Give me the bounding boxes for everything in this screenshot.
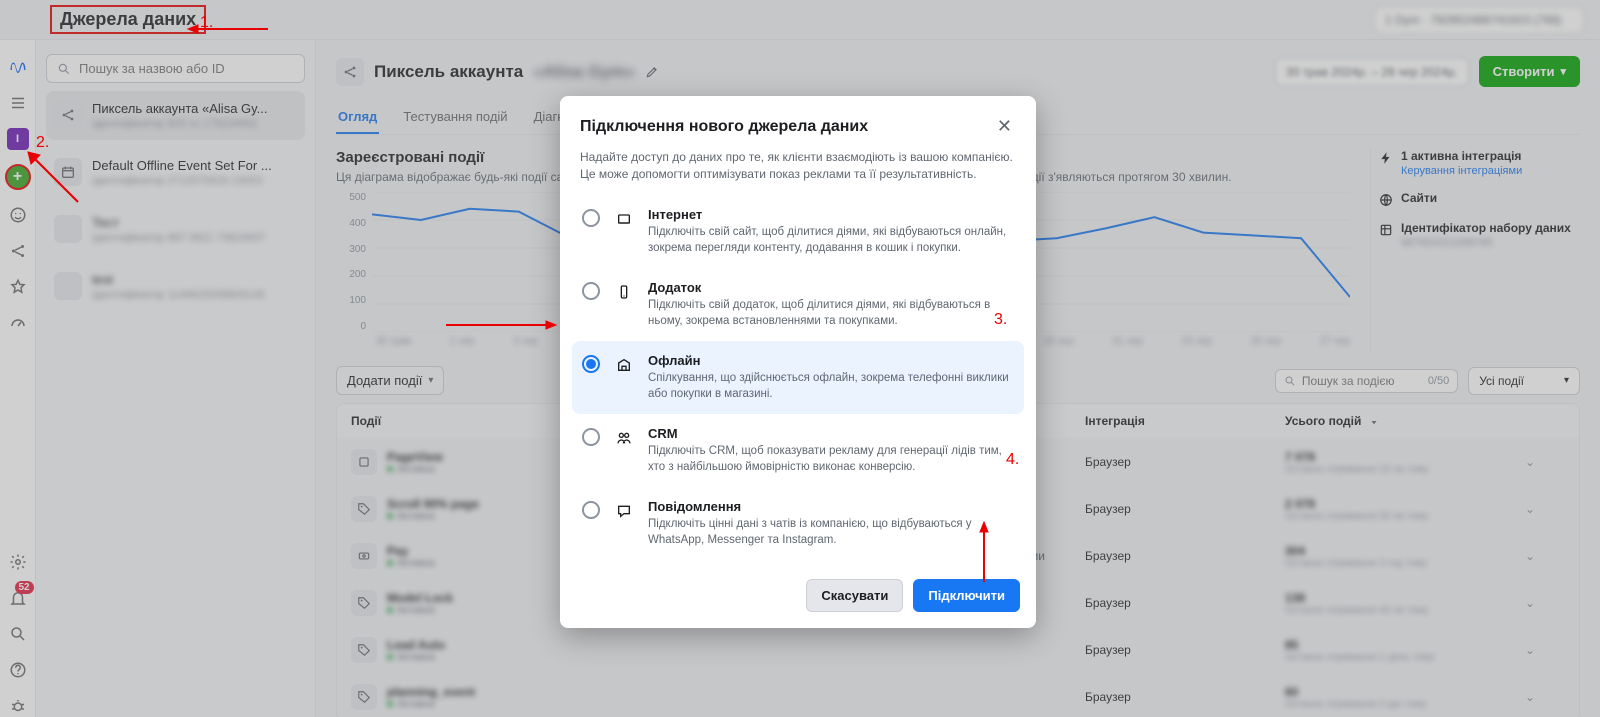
option-title: Офлайн (648, 353, 1014, 368)
radio-icon[interactable] (582, 282, 600, 300)
modal-option-0[interactable]: Інтернет Підключіть свій сайт, щоб ділити… (572, 195, 1024, 268)
option-title: Повідомлення (648, 499, 1014, 514)
annotation-arrow-2 (28, 152, 88, 215)
option-title: Додаток (648, 280, 1014, 295)
annotation-2: 2. (36, 134, 49, 152)
connect-button[interactable]: Підключити (913, 579, 1020, 612)
radio-icon[interactable] (582, 501, 600, 519)
option-desc: Підключіть цінні дані з чатів із компані… (648, 516, 1014, 548)
option-icon (612, 426, 636, 450)
option-icon (612, 353, 636, 377)
modal-title: Підключення нового джерела даних (580, 118, 993, 136)
annotation-arrow-4 (979, 522, 989, 585)
modal-option-4[interactable]: Повідомлення Підключіть цінні дані з чаті… (572, 487, 1024, 560)
annotation-4: 4. (1006, 451, 1019, 469)
option-title: CRM (648, 426, 1014, 441)
connect-data-source-modal: Підключення нового джерела даних ✕ Надай… (560, 96, 1036, 628)
modal-option-2[interactable]: Офлайн Спілкування, що здійснюється офлай… (572, 341, 1024, 414)
modal-option-3[interactable]: CRM Підключіть CRM, щоб показувати реклам… (572, 414, 1024, 487)
annotation-arrow-1 (188, 22, 268, 37)
option-desc: Підключіть свій додаток, щоб ділитися ді… (648, 297, 1014, 329)
modal-subtitle: Надайте доступ до даних про те, як клієн… (560, 145, 1036, 195)
option-icon (612, 499, 636, 523)
option-desc: Підключіть CRM, щоб показувати рекламу д… (648, 443, 1014, 475)
option-desc: Спілкування, що здійснюється офлайн, зок… (648, 370, 1014, 402)
annotation-arrow-3 (446, 318, 556, 333)
cancel-button[interactable]: Скасувати (806, 579, 903, 612)
annotation-3: 3. (994, 311, 1007, 329)
radio-icon[interactable] (582, 428, 600, 446)
close-icon[interactable]: ✕ (993, 112, 1016, 141)
option-title: Інтернет (648, 207, 1014, 222)
radio-icon[interactable] (582, 355, 600, 373)
option-icon (612, 207, 636, 231)
modal-option-1[interactable]: Додаток Підключіть свій додаток, щоб діли… (572, 268, 1024, 341)
radio-icon[interactable] (582, 209, 600, 227)
option-icon (612, 280, 636, 304)
option-desc: Підключіть свій сайт, щоб ділитися діями… (648, 224, 1014, 256)
